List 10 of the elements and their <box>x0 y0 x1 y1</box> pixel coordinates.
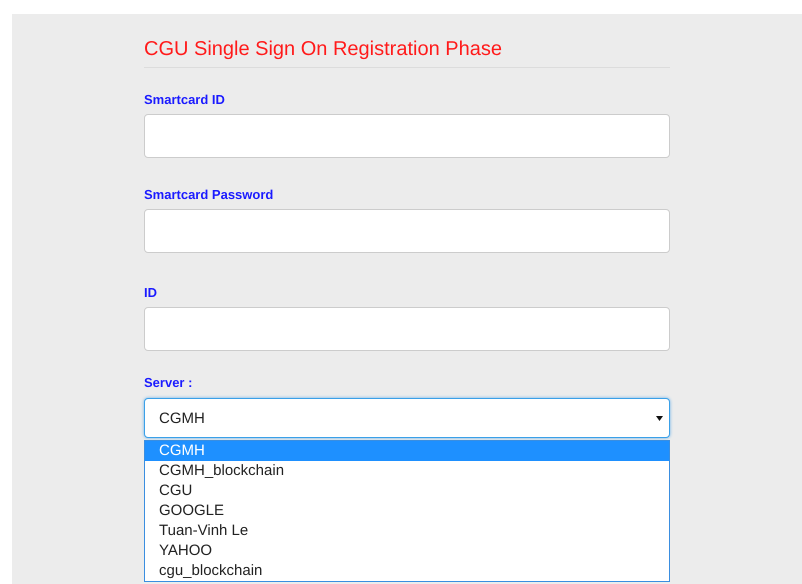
input-field[interactable] <box>144 307 670 351</box>
input-field[interactable] <box>144 209 670 253</box>
caret-icon <box>656 416 663 420</box>
field-label: ID <box>144 285 157 300</box>
field-label: Smartcard ID <box>144 92 225 107</box>
field-label: Smartcard Password <box>144 187 274 202</box>
input-field[interactable] <box>144 114 670 158</box>
field-label: Server : <box>144 375 192 390</box>
page-title: CGU Single Sign On Registration Phase <box>144 38 670 68</box>
server-select[interactable]: CGMH <box>144 398 670 438</box>
